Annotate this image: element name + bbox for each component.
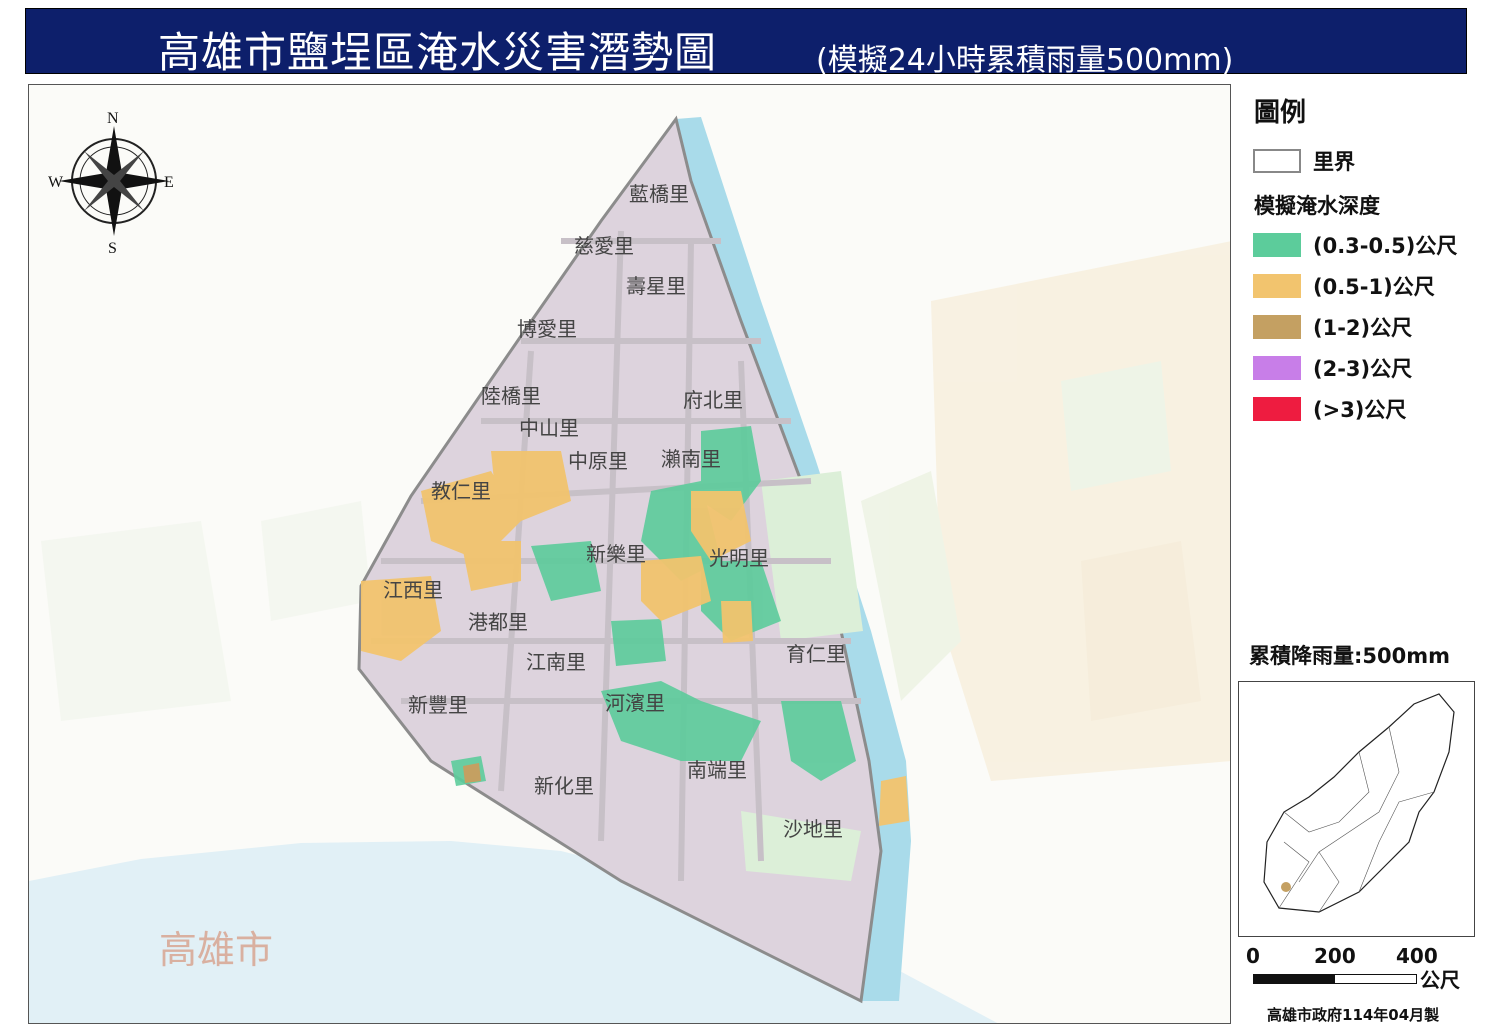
compass-e: E bbox=[164, 174, 174, 191]
scale-tick: 0 bbox=[1246, 944, 1260, 968]
scale-tick: 200 bbox=[1314, 944, 1356, 968]
legend-label: (2-3)公尺 bbox=[1313, 357, 1413, 381]
village-label: 藍橋里 bbox=[629, 182, 689, 206]
village-label: 河濱里 bbox=[605, 691, 665, 715]
village-label: 育仁里 bbox=[786, 642, 846, 666]
village-label: 瀨南里 bbox=[661, 447, 721, 471]
village-label: 中山里 bbox=[519, 416, 579, 440]
map-subtitle: (模擬24小時累積雨量500mm) bbox=[816, 43, 1234, 78]
locator-map bbox=[1238, 681, 1475, 937]
village-label: 江西里 bbox=[383, 578, 443, 602]
kaohsiung-outline bbox=[1263, 693, 1455, 913]
legend-swatch bbox=[1253, 356, 1301, 380]
compass-n: N bbox=[107, 110, 119, 127]
legend-depth-title: 模擬淹水深度 bbox=[1254, 194, 1380, 218]
compass-s: S bbox=[108, 240, 117, 257]
credit-text: 高雄市政府114年04月製 bbox=[1267, 1006, 1440, 1024]
village-label: 博愛里 bbox=[517, 317, 577, 341]
compass-rose-icon: N S E W bbox=[48, 110, 174, 257]
rainfall-label: 累積降雨量:500mm bbox=[1249, 644, 1450, 668]
village-label: 光明里 bbox=[709, 546, 769, 570]
legend-label: (1-2)公尺 bbox=[1313, 316, 1413, 340]
legend-label: (0.5-1)公尺 bbox=[1313, 275, 1435, 299]
legend-item: (0.5-1)公尺 bbox=[1253, 273, 1435, 299]
legend-label: (>3)公尺 bbox=[1313, 398, 1407, 422]
compass-w: W bbox=[48, 174, 64, 191]
city-label: 高雄市 bbox=[159, 928, 273, 972]
legend-item: (1-2)公尺 bbox=[1253, 314, 1412, 340]
title-bar: 高雄市鹽埕區淹水災害潛勢圖 (模擬24小時累積雨量500mm) bbox=[25, 8, 1467, 78]
village-label: 新樂里 bbox=[586, 542, 646, 566]
village-label: 中原里 bbox=[568, 449, 628, 473]
village-label: 港都里 bbox=[468, 610, 528, 634]
map-title: 高雄市鹽埕區淹水災害潛勢圖 bbox=[158, 28, 718, 77]
legend-item: (>3)公尺 bbox=[1253, 396, 1406, 422]
village-label: 壽星里 bbox=[626, 274, 686, 298]
legend-swatch bbox=[1253, 315, 1301, 339]
scale-bar bbox=[1253, 974, 1417, 984]
legend-swatch bbox=[1253, 233, 1301, 257]
village-label: 府北里 bbox=[683, 388, 743, 412]
boundary-swatch bbox=[1253, 149, 1301, 173]
yancheng-marker bbox=[1281, 882, 1291, 892]
legend-item: (2-3)公尺 bbox=[1253, 355, 1412, 381]
village-label: 沙地里 bbox=[783, 817, 843, 841]
village-label: 陸橋里 bbox=[481, 384, 541, 408]
flood-brown bbox=[463, 763, 481, 783]
legend-boundary: 里界 bbox=[1253, 148, 1355, 174]
village-label: 江南里 bbox=[526, 650, 586, 674]
legend-boundary-label: 里界 bbox=[1313, 150, 1355, 174]
legend-label: (0.3-0.5)公尺 bbox=[1313, 234, 1458, 258]
village-label: 新化里 bbox=[534, 774, 594, 798]
legend-title: 圖例 bbox=[1254, 98, 1307, 128]
legend-swatch bbox=[1253, 397, 1301, 421]
legend-swatch bbox=[1253, 274, 1301, 298]
village-label: 教仁里 bbox=[431, 479, 491, 503]
village-label: 慈愛里 bbox=[574, 234, 634, 258]
legend-item: (0.3-0.5)公尺 bbox=[1253, 232, 1457, 258]
map-canvas: 藍橋里 慈愛里 壽星里 博愛里 府北里 陸橋里 中山里 中原里 瀨南里 教仁里 … bbox=[29, 110, 1230, 1023]
village-label: 南端里 bbox=[687, 758, 747, 782]
scale-unit: 公尺 bbox=[1420, 968, 1460, 992]
map-panel[interactable]: 藍橋里 慈愛里 壽星里 博愛里 府北里 陸橋里 中山里 中原里 瀨南里 教仁里 … bbox=[28, 84, 1231, 1024]
village-label: 新豐里 bbox=[408, 693, 468, 717]
